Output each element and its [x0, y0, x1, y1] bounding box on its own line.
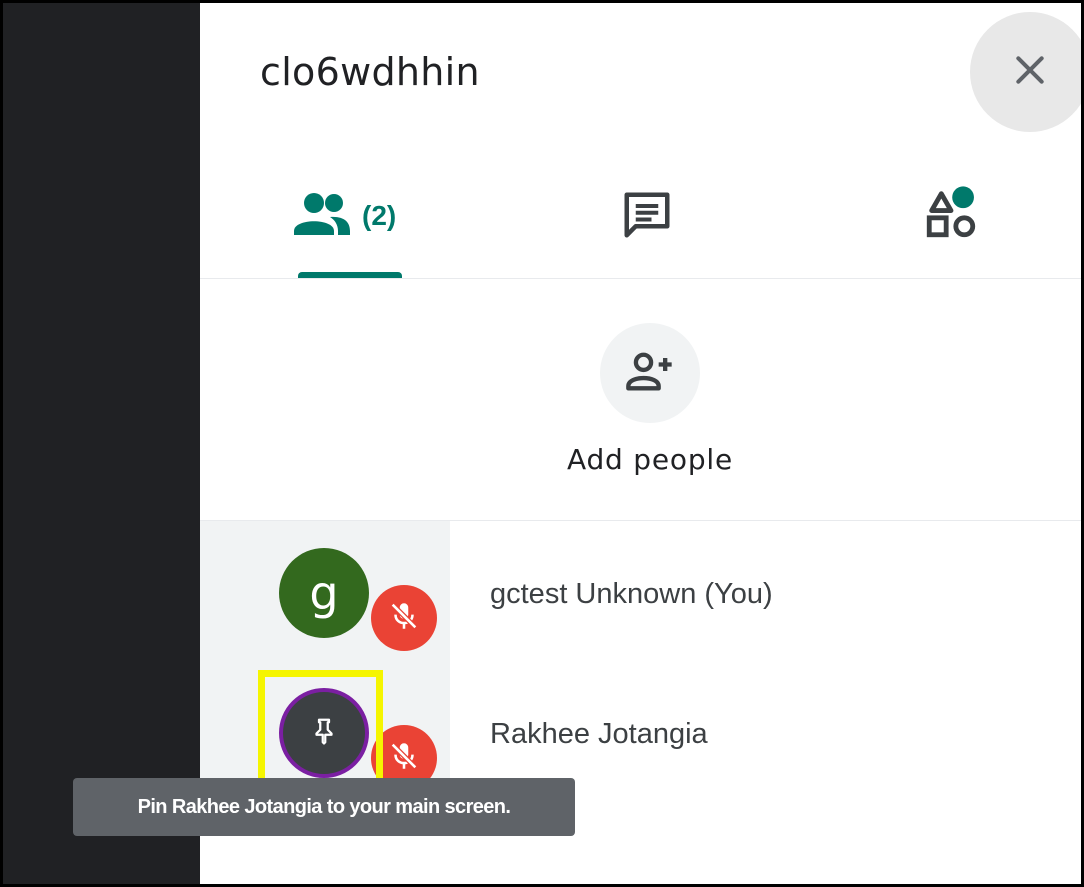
- highlight-annotation: [258, 670, 383, 795]
- close-icon: [1010, 50, 1050, 95]
- mic-off-icon: [387, 599, 421, 638]
- close-button[interactable]: [970, 12, 1084, 132]
- mic-off-icon: [387, 739, 421, 778]
- meeting-title: clo6wdhhin: [260, 50, 480, 94]
- participant-name: Rakhee Jotangia: [490, 718, 708, 750]
- avatar: g: [279, 548, 369, 638]
- add-people-button[interactable]: Add people: [540, 323, 760, 476]
- pin-tooltip: Pin Rakhee Jotangia to your main screen.: [73, 778, 575, 836]
- activities-badge: [952, 186, 974, 209]
- participant-name: gctest Unknown (You): [490, 578, 773, 610]
- mic-off-badge: [371, 585, 437, 651]
- people-icon: [292, 190, 352, 241]
- tab-activities[interactable]: [922, 184, 980, 247]
- avatar-letter: g: [309, 566, 339, 620]
- add-people-icon-circle: [600, 323, 700, 423]
- panel-tabs: (2): [200, 160, 1084, 280]
- meeting-video-background: [0, 0, 200, 887]
- add-people-label: Add people: [566, 443, 734, 476]
- tab-people[interactable]: (2): [292, 190, 396, 241]
- chat-icon: [620, 188, 674, 247]
- tab-chat[interactable]: [620, 188, 674, 247]
- participant-count: (2): [362, 199, 397, 231]
- activities-icon: [922, 184, 980, 247]
- tabs-divider: [200, 278, 1084, 279]
- person-add-icon: [624, 345, 676, 402]
